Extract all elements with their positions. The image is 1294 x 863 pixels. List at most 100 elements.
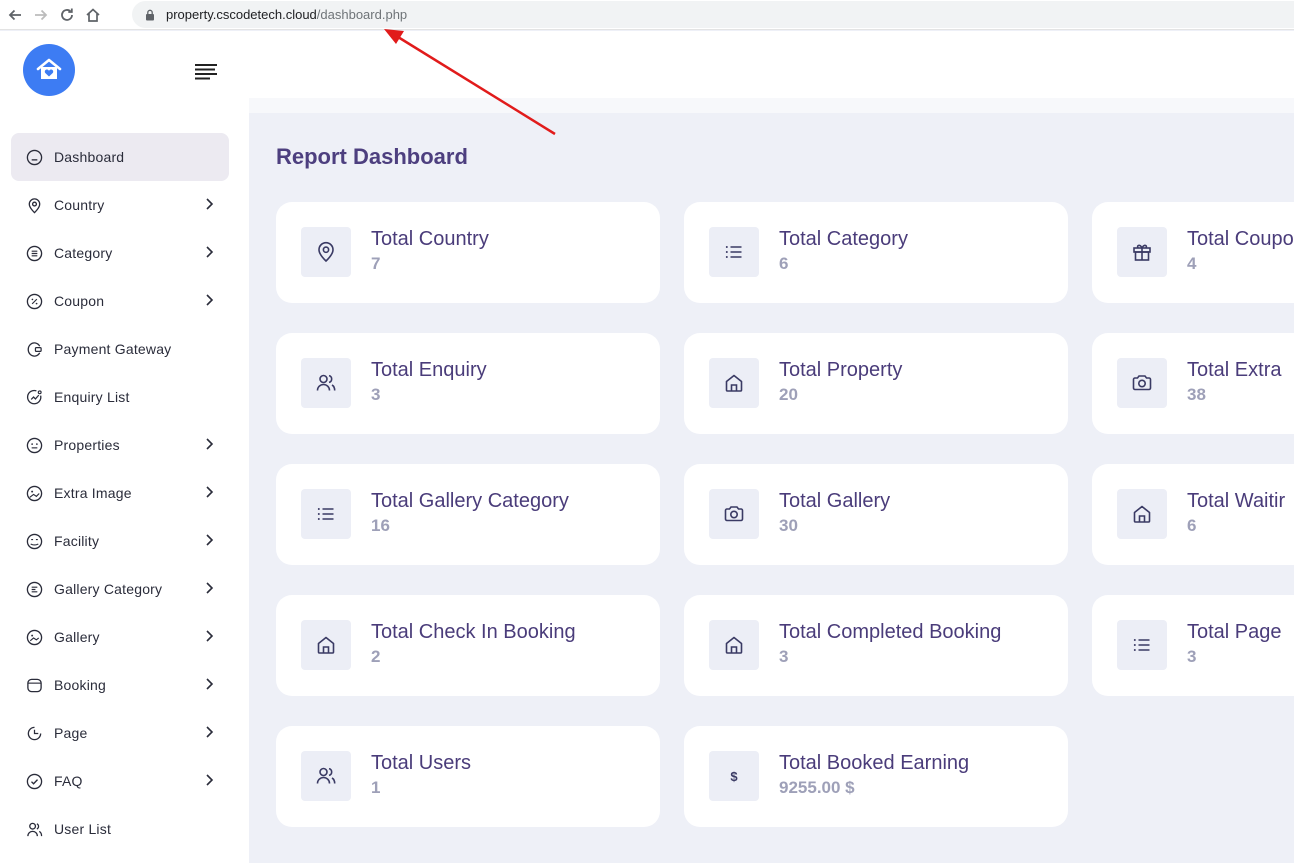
chart-circle-icon [25,388,43,406]
card-label: Total Enquiry [371,359,487,381]
list-icon [1117,620,1167,670]
users-icon [301,751,351,801]
stat-card-total-check-in-booking[interactable]: Total Check In Booking 2 [276,595,660,696]
sidebar-item-gallery-category[interactable]: Gallery Category [11,565,229,613]
home-page-icon[interactable] [82,4,104,26]
sidebar-item-label: Properties [54,437,120,453]
camera-icon [1117,358,1167,408]
sidebar-item-booking[interactable]: Booking [11,661,229,709]
header-divider [249,98,1294,113]
sidebar-item-country[interactable]: Country [11,181,229,229]
forward-icon[interactable] [30,4,52,26]
sidebar-item-label: User List [54,821,112,837]
list-icon [301,489,351,539]
sidebar-item-label: FAQ [54,773,83,789]
chevron-right-icon [206,246,214,258]
sidebar-item-label: Dashboard [54,149,125,165]
home-icon [25,148,43,166]
card-value: 6 [779,254,789,273]
stat-card-total-coupon[interactable]: Total Coupo 4 [1092,202,1294,303]
sidebar-menu: Dashboard Country Category Coupon Paymen… [11,133,229,853]
sidebar: Dashboard Country Category Coupon Paymen… [0,31,249,863]
sidebar-item-enquiry-list[interactable]: Enquiry List [11,373,229,421]
stat-card-total-booked-earning[interactable]: $ Total Booked Earning 9255.00 $ [684,726,1068,827]
sidebar-item-payment-gateway[interactable]: Payment Gateway [11,325,229,373]
sidebar-item-label: Payment Gateway [54,341,172,357]
card-label: Total Category [779,228,908,250]
chevron-right-icon [206,198,214,210]
sidebar-item-label: Coupon [54,293,105,309]
user-list-icon [25,820,43,838]
sidebar-item-faq[interactable]: FAQ [11,757,229,805]
chevron-right-icon [206,582,214,594]
check-circle-icon [25,772,43,790]
percent-circle-icon [25,292,43,310]
sidebar-item-user-list[interactable]: User List [11,805,229,853]
back-icon[interactable] [4,4,26,26]
sidebar-item-extra-image[interactable]: Extra Image [11,469,229,517]
card-label: Total Waitir [1187,490,1286,512]
sidebar-item-label: Booking [54,677,106,693]
chevron-right-icon [206,678,214,690]
camera-icon [709,489,759,539]
stat-card-total-extra[interactable]: Total Extra 38 [1092,333,1294,434]
chevron-right-icon [206,438,214,450]
sidebar-item-category[interactable]: Category [11,229,229,277]
gallery-icon [25,628,43,646]
address-bar[interactable]: property.cscodetech.cloud/dashboard.php [132,1,1294,28]
app-logo[interactable] [23,44,75,96]
gallery-category-icon [25,580,43,598]
card-label: Total Coupo [1187,228,1294,250]
stat-card-total-completed-booking[interactable]: Total Completed Booking 3 [684,595,1068,696]
stat-card-total-property[interactable]: Total Property 20 [684,333,1068,434]
chevron-right-icon [206,774,214,786]
reload-icon[interactable] [56,4,78,26]
stat-card-total-gallery-category[interactable]: Total Gallery Category 16 [276,464,660,565]
url-path: /dashboard.php [316,7,408,22]
home-icon [709,620,759,670]
home-icon [709,358,759,408]
sidebar-item-label: Country [54,197,105,213]
card-label: Total Gallery [779,490,891,512]
stat-card-total-enquiry[interactable]: Total Enquiry 3 [276,333,660,434]
card-value: 16 [371,516,390,535]
list-icon [709,227,759,277]
card-label: Total Booked Earning [779,752,970,774]
card-label: Total Completed Booking [779,621,1002,643]
sidebar-item-properties[interactable]: Properties [11,421,229,469]
card-value: 20 [779,385,798,404]
browser-toolbar: property.cscodetech.cloud/dashboard.php [0,0,1294,30]
brand-area [0,31,249,107]
chevron-right-icon [206,630,214,642]
map-pin-icon [25,196,43,214]
stat-card-total-gallery[interactable]: Total Gallery 30 [684,464,1068,565]
chevron-right-icon [206,294,214,306]
sidebar-item-page[interactable]: Page [11,709,229,757]
card-value: 6 [1187,516,1197,535]
card-label: Total Page [1187,621,1282,643]
menu-toggle-icon[interactable] [195,64,217,80]
stat-card-total-country[interactable]: Total Country 7 [276,202,660,303]
stat-card-total-page[interactable]: Total Page 3 [1092,595,1294,696]
stat-card-total-category[interactable]: Total Category 6 [684,202,1068,303]
sidebar-item-coupon[interactable]: Coupon [11,277,229,325]
card-value: 7 [371,254,381,273]
sidebar-item-dashboard[interactable]: Dashboard [11,133,229,181]
page-title: Report Dashboard [276,144,468,169]
sidebar-item-gallery[interactable]: Gallery [11,613,229,661]
page-icon [25,724,43,742]
card-label: Total Check In Booking [371,621,576,643]
stat-card-total-waiting[interactable]: Total Waitir 6 [1092,464,1294,565]
sidebar-item-label: Category [54,245,113,261]
card-label: Total Users [371,752,472,774]
card-value: 38 [1187,385,1206,404]
image-icon [25,484,43,502]
list-circle-icon [25,244,43,262]
top-header [249,31,1294,98]
sidebar-item-label: Enquiry List [54,389,130,405]
users-icon [301,358,351,408]
lock-icon [146,9,154,20]
stat-card-total-users[interactable]: Total Users 1 [276,726,660,827]
sidebar-item-facility[interactable]: Facility [11,517,229,565]
chevron-right-icon [206,534,214,546]
